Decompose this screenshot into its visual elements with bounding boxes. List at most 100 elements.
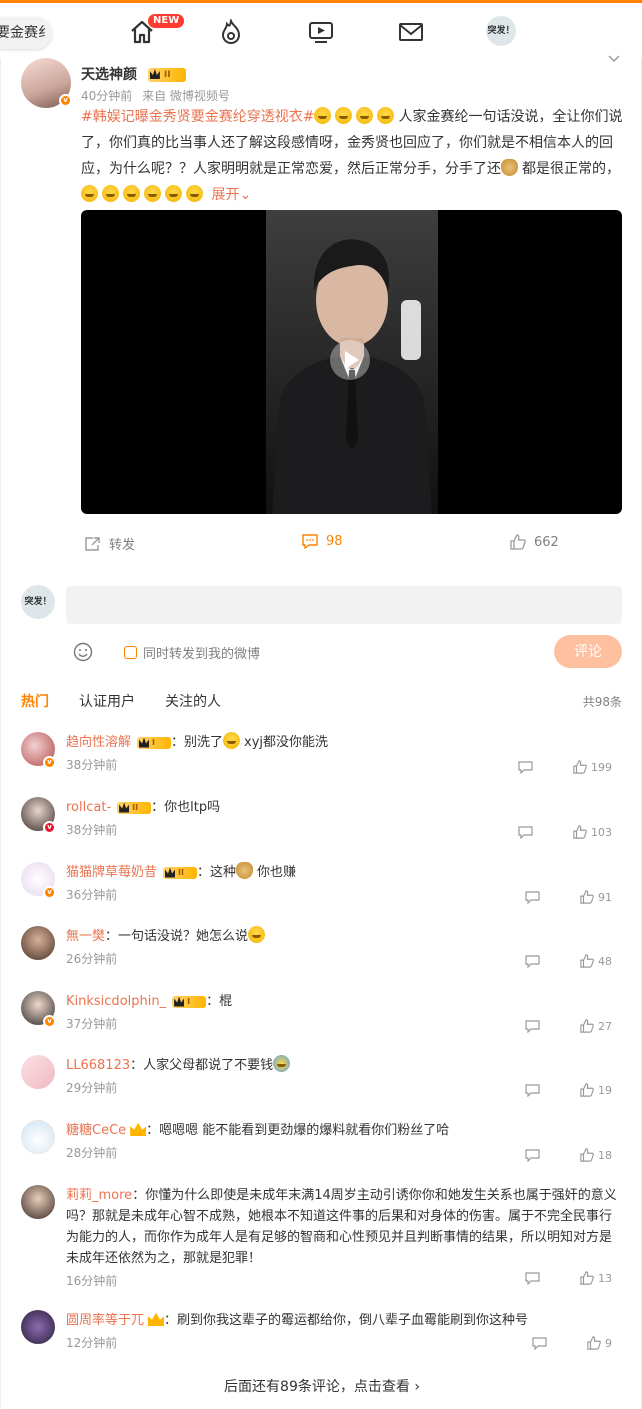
submit-comment-button[interactable]: 评论 <box>554 635 622 668</box>
repost-option-label: 同时转发到我的微博 <box>143 647 261 662</box>
comment-like-count: 199 <box>591 760 612 774</box>
comment-actions: 48 <box>525 954 612 968</box>
topic-link[interactable]: #韩娱记曝金秀贤要金赛纶穿透视衣# <box>81 109 314 125</box>
commenter-name[interactable]: rollcat- <box>66 800 111 815</box>
commenter-avatar[interactable] <box>21 1055 55 1089</box>
thumbs-up-icon[interactable] <box>573 760 587 774</box>
thumbs-up-icon[interactable] <box>580 1148 594 1162</box>
commenter-name[interactable]: 莉莉_more <box>66 1188 132 1203</box>
comment-separator: ： <box>146 1123 160 1138</box>
post-author-name[interactable]: 天选神颜 <box>81 67 137 83</box>
commenter-name[interactable]: 趋向性溶解 <box>66 735 131 750</box>
repost-label: 转发 <box>109 538 136 553</box>
thumbs-up-icon[interactable] <box>587 1336 601 1350</box>
chevron-down-icon[interactable] <box>606 54 622 64</box>
shush-emoji-icon <box>248 926 266 943</box>
chevron-right-icon: › <box>414 1379 420 1395</box>
mail-icon[interactable] <box>398 19 424 45</box>
thumbs-up-icon[interactable] <box>580 954 594 968</box>
laugh-cry-emoji-icon <box>356 107 374 124</box>
repost-button[interactable]: 转发 <box>84 534 135 553</box>
commenter-name[interactable]: LL668123 <box>66 1058 130 1073</box>
tab-verified[interactable]: 认证用户 <box>79 691 135 711</box>
fan-crown-icon <box>148 1312 165 1326</box>
money-bag-icon <box>236 862 254 879</box>
reply-icon[interactable] <box>518 825 533 839</box>
comment-like-count: 13 <box>598 1271 612 1285</box>
comment-text: 你也ltp吗 <box>164 800 221 815</box>
reply-icon[interactable] <box>525 890 540 904</box>
hot-flame-icon[interactable] <box>218 19 244 45</box>
commenter-name[interactable]: 猫猫牌草莓奶昔 <box>66 865 157 880</box>
repost-icon <box>85 537 100 551</box>
commenter-name[interactable]: 糖糖CeCe <box>66 1123 126 1138</box>
comment-separator: ： <box>132 1188 146 1203</box>
video-player[interactable] <box>81 210 622 514</box>
reply-icon[interactable] <box>525 1019 540 1033</box>
repost-option[interactable]: 同时转发到我的微博 <box>124 643 260 662</box>
comment-count: 98 <box>326 534 343 549</box>
reply-icon[interactable] <box>532 1336 547 1350</box>
comment-actions: 91 <box>525 890 612 904</box>
comment-like-count: 48 <box>598 954 612 968</box>
thumbs-up-icon[interactable] <box>580 1019 594 1033</box>
commenter-avatar[interactable] <box>21 1310 55 1344</box>
shush-emoji-icon <box>165 185 182 202</box>
user-avatar[interactable]: 突发！ <box>486 16 516 46</box>
more-comments-link[interactable]: 后面还有89条评论，点击查看 › <box>1 1376 642 1396</box>
comment-button[interactable]: 98 <box>302 534 343 549</box>
reply-icon[interactable] <box>518 760 533 774</box>
post-time[interactable]: 40分钟前 <box>81 89 132 103</box>
commenter-avatar[interactable] <box>21 1185 55 1219</box>
commenter-name[interactable]: 圆周率等于兀 <box>66 1313 144 1328</box>
emoji-picker-icon[interactable] <box>73 642 93 662</box>
level-number: I <box>187 996 191 1006</box>
play-button[interactable] <box>330 340 370 380</box>
commenter-avatar[interactable] <box>21 1120 55 1154</box>
tab-following[interactable]: 关注的人 <box>165 691 221 711</box>
reply-icon[interactable] <box>525 954 540 968</box>
comment-like-count: 18 <box>598 1148 612 1162</box>
commenter-name[interactable]: 無一樊 <box>66 929 105 944</box>
thumbs-up-icon[interactable] <box>573 825 587 839</box>
level-number: II <box>163 70 171 80</box>
commenter-avatar[interactable] <box>21 926 55 960</box>
expand-link[interactable]: 展开⌄ <box>211 187 251 203</box>
repost-checkbox[interactable] <box>124 646 137 659</box>
post-body-tail: 都是很正常的， <box>522 161 620 177</box>
smile-emoji-icon <box>223 732 241 749</box>
laugh-cry-emoji-icon <box>335 107 353 124</box>
comment-input[interactable] <box>66 586 622 624</box>
thumbs-up-icon[interactable] <box>580 1271 594 1285</box>
comment-separator: ： <box>105 929 119 944</box>
verified-badge-icon: v <box>43 886 56 899</box>
verified-badge-icon: v <box>43 756 56 769</box>
money-bag-icon <box>501 159 518 176</box>
comment-separator: ： <box>164 1313 178 1328</box>
verified-badge-icon: v <box>43 1015 56 1028</box>
comment-like-count: 19 <box>598 1083 612 1097</box>
reply-icon[interactable] <box>525 1083 540 1097</box>
like-button[interactable]: 662 <box>510 534 559 550</box>
shush-emoji-icon <box>186 185 203 202</box>
reply-icon[interactable] <box>525 1148 540 1162</box>
comment-actions: 27 <box>525 1019 612 1033</box>
comment-separator: ： <box>171 735 185 750</box>
laugh-cry-emoji-icon <box>314 107 332 124</box>
video-icon[interactable] <box>308 19 334 45</box>
comment-like-count: 103 <box>591 825 612 839</box>
laugh-cry-emoji-icon <box>377 107 395 124</box>
shush-emoji-icon <box>123 185 140 202</box>
reply-icon[interactable] <box>525 1271 540 1285</box>
thumbs-up-icon[interactable] <box>580 1083 594 1097</box>
comment-actions: 13 <box>525 1271 612 1285</box>
search-box[interactable]: 要金赛纟 <box>0 17 52 49</box>
comment-text-tail: xyj都没你能洗 <box>244 735 329 750</box>
commenter-name[interactable]: Kinksicdolphin_ <box>66 994 166 1009</box>
my-avatar[interactable]: 突发！ <box>21 585 55 619</box>
tab-hot[interactable]: 热门 <box>21 691 49 711</box>
comment-text: 人家父母都说了不要钱 <box>143 1058 274 1073</box>
thumbs-up-icon[interactable] <box>580 890 594 904</box>
comment-separator: ： <box>206 994 220 1009</box>
comment-actions: 9 <box>532 1336 612 1350</box>
